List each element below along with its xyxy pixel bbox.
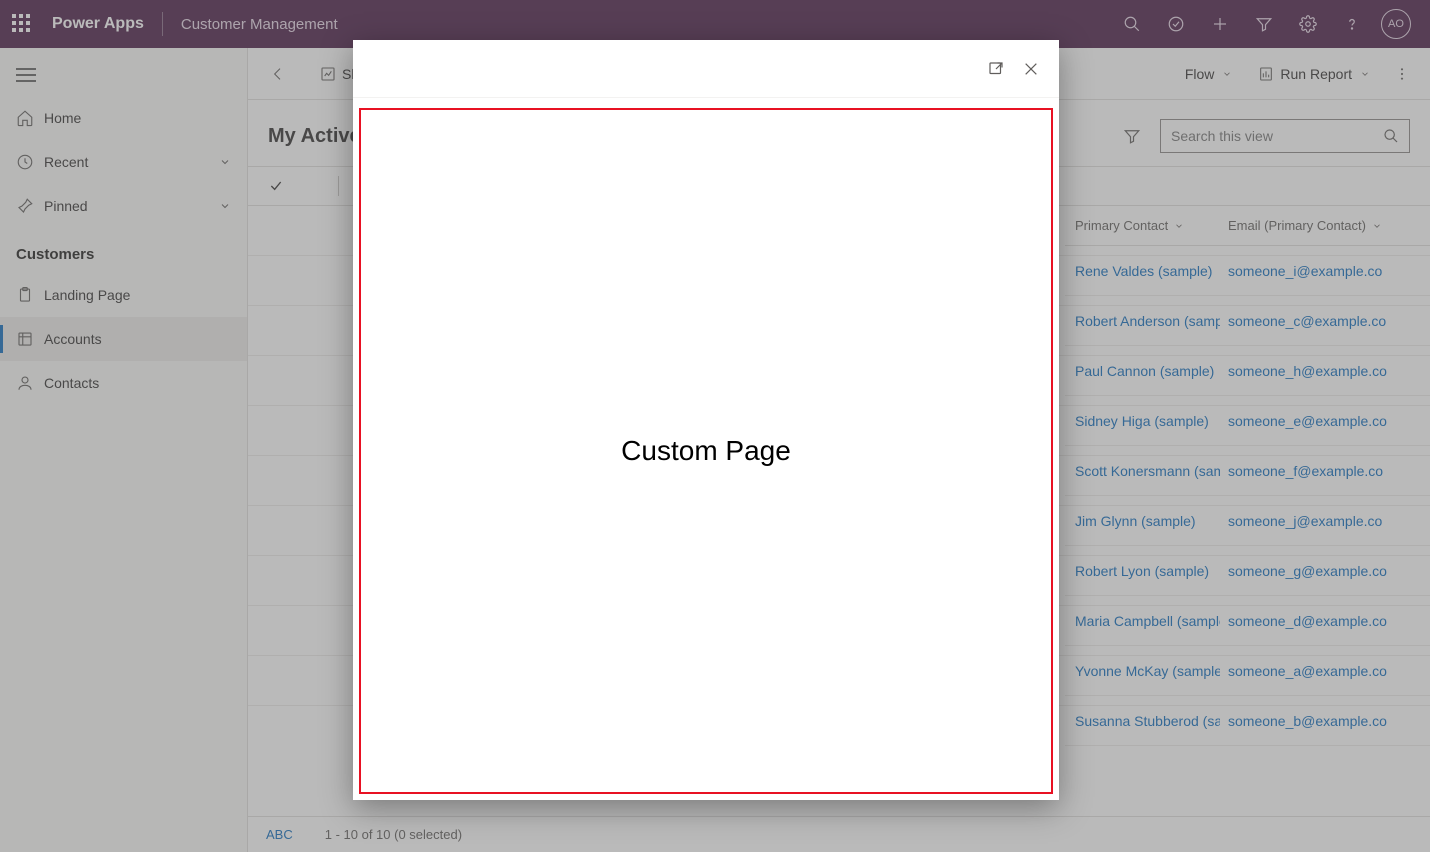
close-icon[interactable]: [1023, 61, 1039, 77]
popout-icon[interactable]: [987, 60, 1005, 78]
custom-page-label: Custom Page: [621, 435, 791, 467]
custom-page-dialog: Custom Page: [353, 40, 1059, 800]
custom-page-highlight-frame: Custom Page: [359, 108, 1053, 794]
